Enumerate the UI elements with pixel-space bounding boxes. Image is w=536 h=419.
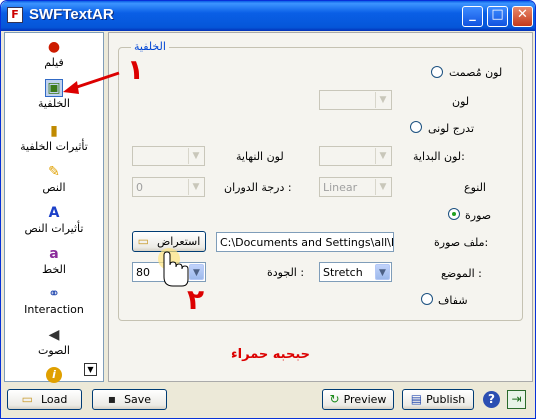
sidebar-item-label: الصوت <box>38 344 70 357</box>
save-label: Save <box>124 393 152 406</box>
app-window: F SWFTextAR _ □ ✕ ● فيلم ▣ الخلفية ▮ تأث… <box>0 0 536 419</box>
exit-icon[interactable]: ⇥ <box>507 390 526 409</box>
folder-open-icon: ▭ <box>21 392 33 406</box>
browse-button[interactable]: ▭ استعراض <box>132 231 206 252</box>
image-label: صورة <box>465 209 492 222</box>
solid-color-radio[interactable] <box>431 66 443 78</box>
maximize-button[interactable]: □ <box>487 6 508 27</box>
chevron-down-icon: ▼ <box>188 148 203 164</box>
sidebar-item-text-effects[interactable]: A تأثيرات النص <box>5 205 103 236</box>
sidebar-item-film[interactable]: ● فيلم <box>5 39 103 70</box>
font-icon: a <box>49 246 59 262</box>
end-color-label: لون النهاية <box>236 150 284 163</box>
type-label: النوع <box>464 181 486 194</box>
app-icon: F <box>7 7 23 23</box>
start-color-dropdown[interactable]: ▼ <box>319 146 392 166</box>
window-title: SWFTextAR <box>29 6 114 23</box>
floppy-disk-icon: ▪ <box>107 392 117 406</box>
color-label: لون <box>452 95 470 108</box>
preview-button[interactable]: ↻ Preview <box>322 389 394 410</box>
background-group: الخلفية لون مُصمت ▼ لون تدرج لونى ▼ لون … <box>118 40 523 321</box>
text-effects-icon: A <box>48 205 60 221</box>
save-button[interactable]: ▪ Save <box>92 389 167 410</box>
load-button[interactable]: ▭ Load <box>7 389 82 410</box>
sidebar-item-interaction[interactable]: ⚭ Interaction <box>5 286 103 317</box>
chevron-down-icon: ▼ <box>375 92 390 108</box>
gradient-radio[interactable] <box>410 121 422 133</box>
sidebar-item-sound[interactable]: ◀ الصوت <box>5 327 103 358</box>
sidebar-item-label: النص <box>42 181 66 194</box>
sidebar-item-label: الخلفية <box>38 97 70 110</box>
gradient-label: تدرج لونى <box>428 122 475 135</box>
rotation-value: 0 <box>136 181 143 194</box>
sidebar-item-label: فيلم <box>44 56 64 69</box>
sidebar: ● فيلم ▣ الخلفية ▮ تأثيرات الخلفية ✎ الن… <box>4 32 104 383</box>
rotation-dropdown[interactable]: 0 ▼ <box>132 177 205 197</box>
load-label: Load <box>40 393 68 406</box>
folder-open-icon: ▭ <box>137 234 149 248</box>
help-icon[interactable]: ? <box>483 391 500 408</box>
title-bar[interactable]: F SWFTextAR _ □ ✕ <box>1 1 535 31</box>
sidebar-item-text[interactable]: ✎ النص <box>5 164 103 195</box>
speaker-icon: ◀ <box>48 327 60 343</box>
image-path-input[interactable]: C:\Documents and Settings\all\My D <box>216 232 394 252</box>
publish-icon: ▤ <box>410 392 423 406</box>
background-icon: ▣ <box>45 79 63 97</box>
chevron-down-icon: ▼ <box>375 264 390 280</box>
position-value: Stretch <box>323 266 363 279</box>
quality-dropdown[interactable]: 80 ▼ <box>132 262 206 282</box>
position-dropdown[interactable]: Stretch ▼ <box>319 262 392 282</box>
rotation-label: درجة الدوران : <box>224 181 292 194</box>
bottom-toolbar: ▭ Load ▪ Save ↻ Preview ▤ Publish ? ⇥ <box>1 384 535 418</box>
close-button[interactable]: ✕ <box>512 6 533 27</box>
quality-label: الجودة : <box>267 266 305 279</box>
group-title: الخلفية <box>131 40 169 53</box>
position-label: الموضع : <box>441 267 482 280</box>
quality-value: 80 <box>136 266 150 279</box>
transparent-label: شفاف <box>438 294 468 307</box>
sidebar-item-background-effects[interactable]: ▮ تأثيرات الخلفية <box>5 123 103 154</box>
info-icon: i <box>46 367 62 383</box>
end-color-dropdown[interactable]: ▼ <box>132 146 205 166</box>
color-dropdown[interactable]: ▼ <box>319 90 392 110</box>
image-radio[interactable] <box>448 208 460 220</box>
publish-label: Publish <box>426 393 466 406</box>
browse-label: استعراض <box>157 235 201 248</box>
solid-color-label: لون مُصمت <box>449 66 503 79</box>
sidebar-item-font[interactable]: a الخط <box>5 246 103 277</box>
type-value: Linear <box>323 181 358 194</box>
scroll-down-button[interactable]: ▼ <box>84 363 97 376</box>
film-icon: ● <box>47 39 61 55</box>
start-color-label: لون البداية: <box>413 150 465 163</box>
preview-label: Preview <box>343 393 387 406</box>
publish-button[interactable]: ▤ Publish <box>402 389 474 410</box>
refresh-icon: ↻ <box>329 392 340 406</box>
type-dropdown[interactable]: Linear ▼ <box>319 177 392 197</box>
annotation-number-one: ١ <box>127 53 145 86</box>
sidebar-item-label: Interaction <box>24 303 84 316</box>
sidebar-item-label: تأثيرات النص <box>24 222 84 235</box>
chevron-down-icon: ▼ <box>375 179 390 195</box>
image-file-label: ملف صورة: <box>434 236 489 249</box>
transparent-radio[interactable] <box>421 293 433 305</box>
annotation-number-two: ٢ <box>187 283 205 316</box>
sidebar-item-label: تأثيرات الخلفية <box>20 140 88 153</box>
chevron-down-icon: ▼ <box>189 264 204 280</box>
main-panel: الخلفية لون مُصمت ▼ لون تدرج لونى ▼ لون … <box>108 32 533 382</box>
sidebar-item-background[interactable]: ▣ الخلفية <box>5 79 103 111</box>
chevron-down-icon: ▼ <box>188 179 203 195</box>
link-icon: ⚭ <box>48 286 60 302</box>
film-strip-icon: ▮ <box>50 123 58 139</box>
pencil-icon: ✎ <box>48 164 60 180</box>
sidebar-item-label: الخط <box>42 263 66 276</box>
annotation-caption: حبحبه حمراء <box>231 347 311 362</box>
minimize-button[interactable]: _ <box>462 6 483 27</box>
chevron-down-icon: ▼ <box>375 148 390 164</box>
